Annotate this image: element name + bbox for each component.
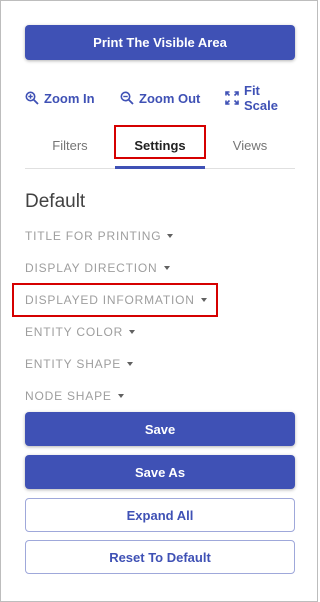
caret-down-icon <box>163 266 170 270</box>
tab-settings[interactable]: Settings <box>115 125 205 165</box>
fit-scale-button[interactable]: Fit Scale <box>225 83 297 113</box>
menu-item-label: DISPLAYED INFORMATION <box>25 293 195 307</box>
zoom-in-label: Zoom In <box>44 90 95 106</box>
active-tab-indicator <box>115 166 205 169</box>
menu-item-label: DISPLAY DIRECTION <box>25 261 158 275</box>
node-shape-dropdown[interactable]: NODE SHAPE <box>25 388 124 404</box>
entity-shape-dropdown[interactable]: ENTITY SHAPE <box>25 356 134 372</box>
caret-down-icon <box>200 298 207 302</box>
save-button[interactable]: Save <box>25 412 295 446</box>
zoom-out-label: Zoom Out <box>139 90 201 106</box>
menu-item-label: ENTITY COLOR <box>25 325 124 339</box>
displayed-information-dropdown[interactable]: DISPLAYED INFORMATION <box>25 292 207 308</box>
zoom-in-icon <box>25 91 39 105</box>
entity-color-dropdown[interactable]: ENTITY COLOR <box>25 324 136 340</box>
caret-down-icon <box>117 394 124 398</box>
section-title: Default <box>25 191 86 212</box>
save-as-button[interactable]: Save As <box>25 455 295 489</box>
caret-down-icon <box>127 362 134 366</box>
menu-item-label: TITLE FOR PRINTING <box>25 229 162 243</box>
tab-filters[interactable]: Filters <box>25 125 115 165</box>
title-for-printing-dropdown[interactable]: TITLE FOR PRINTING <box>25 228 174 244</box>
fit-scale-icon <box>225 91 239 105</box>
panel-tabs: Filters Settings Views <box>25 125 295 169</box>
caret-down-icon <box>129 330 136 334</box>
display-direction-dropdown[interactable]: DISPLAY DIRECTION <box>25 260 170 276</box>
expand-all-button[interactable]: Expand All <box>25 498 295 532</box>
zoom-in-button[interactable]: Zoom In <box>25 89 95 107</box>
zoom-out-icon <box>120 91 134 105</box>
reset-to-default-button[interactable]: Reset To Default <box>25 540 295 574</box>
caret-down-icon <box>167 234 174 238</box>
fit-scale-label: Fit Scale <box>244 83 278 113</box>
print-visible-area-button[interactable]: Print The Visible Area <box>25 25 295 60</box>
zoom-toolbar: Zoom In Zoom Out Fit Scale <box>25 83 297 113</box>
menu-item-label: ENTITY SHAPE <box>25 357 122 371</box>
menu-item-label: NODE SHAPE <box>25 389 112 403</box>
zoom-out-button[interactable]: Zoom Out <box>120 89 200 107</box>
settings-panel: Print The Visible Area Zoom In Zoom Out … <box>0 0 318 602</box>
tab-views[interactable]: Views <box>205 125 295 165</box>
